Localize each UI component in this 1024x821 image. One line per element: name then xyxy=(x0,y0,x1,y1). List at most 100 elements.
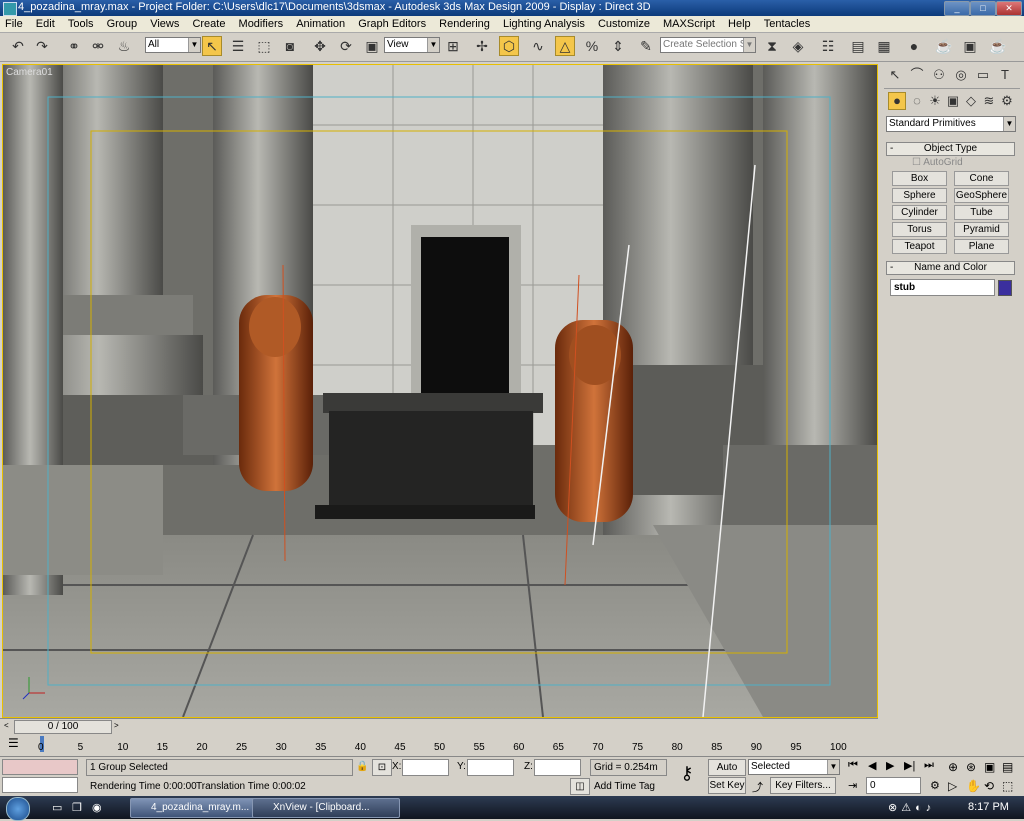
menu-create[interactable]: Create xyxy=(187,16,230,31)
menu-animation[interactable]: Animation xyxy=(291,16,350,31)
track-bar[interactable]: ☰ 0 5 10 15 20 25 30 35 40 45 50 55 60 65 70 75 80 85 90 95… xyxy=(0,734,878,756)
teapot-button[interactable]: Teapot xyxy=(892,239,947,254)
x-coordinate-field[interactable] xyxy=(402,759,449,776)
mirror-icon[interactable]: ⧗ xyxy=(762,36,782,56)
browser-icon[interactable]: ◉ xyxy=(92,801,102,814)
cameras-icon[interactable]: ▣ xyxy=(944,92,962,110)
pyramid-button[interactable]: Pyramid xyxy=(954,222,1009,237)
menu-tentacles[interactable]: Tentacles xyxy=(759,16,815,31)
key-filters-button[interactable]: Key Filters... xyxy=(770,777,836,794)
menu-views[interactable]: Views xyxy=(145,16,184,31)
schematic-view-icon[interactable]: ▦ xyxy=(874,36,894,56)
show-desktop-icon[interactable]: ▭ xyxy=(52,801,62,814)
pan-icon[interactable]: ✋ xyxy=(966,779,981,793)
zoom-icon[interactable]: ⊕ xyxy=(948,760,958,774)
next-frame-icon[interactable]: > xyxy=(114,721,122,731)
start-button[interactable] xyxy=(6,797,30,821)
sphere-button[interactable]: Sphere xyxy=(892,188,947,203)
menu-file[interactable]: File xyxy=(0,16,28,31)
menu-help[interactable]: Help xyxy=(723,16,756,31)
window-crossing-icon[interactable]: ◙ xyxy=(280,36,300,56)
add-time-tag[interactable]: Add Time Tag xyxy=(594,781,655,792)
time-configuration-icon[interactable]: ⚙ xyxy=(930,779,940,792)
select-object-icon[interactable]: ↖ xyxy=(202,36,222,56)
key-mode-toggle-icon[interactable]: ⇥ xyxy=(848,779,857,792)
tray-icons[interactable]: ⊗⚠◐♪ xyxy=(888,801,935,814)
render-production-icon[interactable]: ☕ xyxy=(988,36,1008,56)
menu-customize[interactable]: Customize xyxy=(593,16,655,31)
field-of-view-icon[interactable]: ▷ xyxy=(948,779,957,793)
modify-tab-icon[interactable]: ⌒ xyxy=(908,66,926,84)
auto-key-button[interactable]: Auto Key xyxy=(708,759,746,788)
spinner-snap-icon[interactable]: ⇕ xyxy=(608,36,628,56)
name-and-color-rollout-header[interactable]: - Name and Color xyxy=(886,261,1015,275)
go-to-end-icon[interactable]: ⏭ xyxy=(924,759,934,772)
set-key-icon[interactable]: ⚷ xyxy=(672,763,702,789)
select-by-name-icon[interactable]: ☰ xyxy=(228,36,248,56)
time-slider[interactable]: < 0 / 100 > xyxy=(0,718,878,735)
play-icon[interactable]: ▶ xyxy=(886,759,894,772)
key-mode-dropdown[interactable]: Selected ▼ xyxy=(748,759,840,775)
current-frame-field[interactable]: 0 xyxy=(866,777,921,794)
manipulate-icon[interactable]: ✢ xyxy=(472,36,492,56)
taskbar-item-xnview[interactable]: XnView - [Clipboard... xyxy=(252,798,400,818)
keyboard-shortcut-override-icon[interactable]: ⬡ xyxy=(499,36,519,56)
display-tab-icon[interactable]: ▭ xyxy=(974,66,992,84)
menu-group[interactable]: Group xyxy=(102,16,143,31)
maximize-viewport-icon[interactable]: ⬚ xyxy=(1002,779,1013,793)
snaps-toggle-icon[interactable]: ∿ xyxy=(528,36,548,56)
curve-editor-icon[interactable]: ▤ xyxy=(848,36,868,56)
torus-button[interactable]: Torus xyxy=(892,222,947,237)
lights-icon[interactable]: ☀ xyxy=(926,92,944,110)
set-key-button[interactable]: Set Key xyxy=(708,777,746,794)
space-warps-icon[interactable]: ≋ xyxy=(980,92,998,110)
object-type-rollout-header[interactable]: - Object Type xyxy=(886,142,1015,156)
undo-icon[interactable]: ↶ xyxy=(8,36,28,56)
helpers-icon[interactable]: ◇ xyxy=(962,92,980,110)
cylinder-button[interactable]: Cylinder xyxy=(892,205,947,220)
geometry-icon[interactable]: ● xyxy=(888,92,906,110)
align-icon[interactable]: ◈ xyxy=(788,36,808,56)
menu-rendering[interactable]: Rendering xyxy=(434,16,495,31)
maxscript-listener-mini[interactable] xyxy=(2,759,78,775)
autogrid-checkbox[interactable]: ☐ AutoGrid xyxy=(912,157,963,168)
zoom-extents-all-icon[interactable]: ▤ xyxy=(1002,760,1013,774)
orbit-icon[interactable]: ⟲ xyxy=(984,779,994,793)
rotate-icon[interactable]: ⟳ xyxy=(336,36,356,56)
z-coordinate-field[interactable] xyxy=(534,759,581,776)
motion-tab-icon[interactable]: ◎ xyxy=(952,66,970,84)
rendered-frame-window-icon[interactable]: ▣ xyxy=(960,36,980,56)
angle-snap-icon[interactable]: △ xyxy=(555,36,575,56)
switch-windows-icon[interactable]: ❐ xyxy=(72,801,82,814)
select-link-icon[interactable]: ⚭ xyxy=(64,36,84,56)
camera-viewport[interactable]: Camera01 xyxy=(2,64,878,718)
zoom-extents-icon[interactable]: ▣ xyxy=(984,760,995,774)
menu-lighting-analysis[interactable]: Lighting Analysis xyxy=(498,16,590,31)
reference-coordinate-dropdown[interactable]: View ▼ xyxy=(384,37,440,53)
utilities-tab-icon[interactable]: T xyxy=(996,66,1014,84)
menu-edit[interactable]: Edit xyxy=(31,16,60,31)
minimize-button[interactable]: _ xyxy=(944,1,970,16)
move-icon[interactable]: ✥ xyxy=(310,36,330,56)
render-setup-icon[interactable]: ☕ xyxy=(934,36,954,56)
time-slider-handle[interactable]: 0 / 100 xyxy=(14,720,112,734)
menu-tools[interactable]: Tools xyxy=(63,16,99,31)
zoom-all-icon[interactable]: ⊛ xyxy=(966,760,976,774)
plane-button[interactable]: Plane xyxy=(954,239,1009,254)
object-color-swatch[interactable] xyxy=(998,280,1012,296)
previous-frame-icon[interactable]: < xyxy=(4,721,12,731)
cone-button[interactable]: Cone xyxy=(954,171,1009,186)
scale-icon[interactable]: ▣ xyxy=(362,36,382,56)
geosphere-button[interactable]: GeoSphere xyxy=(954,188,1009,203)
y-coordinate-field[interactable] xyxy=(467,759,514,776)
category-dropdown[interactable]: Standard Primitives ▼ xyxy=(886,116,1016,132)
unlink-icon[interactable]: ⚮ xyxy=(88,36,108,56)
app-icon[interactable] xyxy=(3,2,17,16)
systems-icon[interactable]: ⚙ xyxy=(998,92,1016,110)
menu-maxscript[interactable]: MAXScript xyxy=(658,16,720,31)
create-tab-icon[interactable]: ↖ xyxy=(886,66,904,84)
absolute-mode-icon[interactable]: ⊡ xyxy=(372,759,392,776)
edit-named-selections-icon[interactable]: ✎ xyxy=(636,36,656,56)
hierarchy-tab-icon[interactable]: ⚇ xyxy=(930,66,948,84)
selection-filter-dropdown[interactable]: All ▼ xyxy=(145,37,201,53)
